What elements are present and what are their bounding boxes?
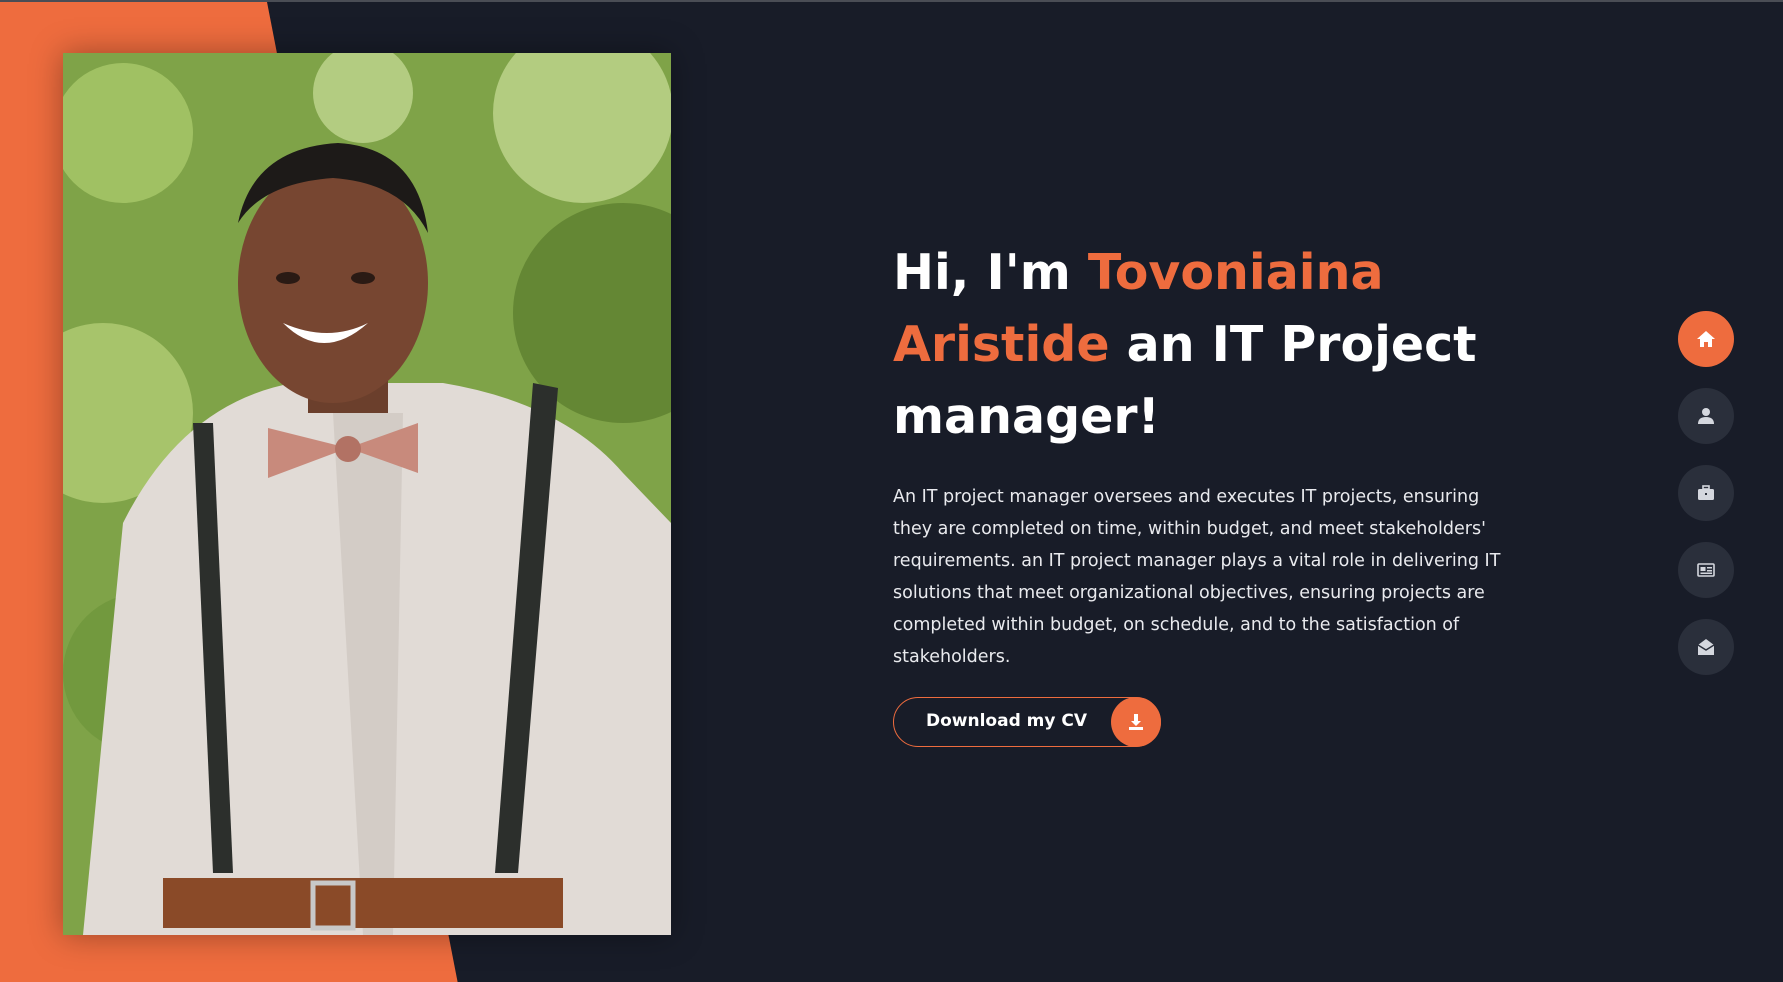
download-cv-button[interactable]: Download my CV [893,697,1161,747]
side-navigation [1678,311,1734,696]
nav-contact-button[interactable] [1678,619,1734,675]
hero-intro: Hi, I'm Tovoniaina Aristide an IT Projec… [893,237,1533,747]
hero-name-last: Aristide [893,316,1110,373]
nav-home-button[interactable] [1678,311,1734,367]
nav-blog-button[interactable] [1678,542,1734,598]
home-icon [1697,331,1715,347]
nav-about-button[interactable] [1678,388,1734,444]
envelope-open-icon [1697,639,1715,655]
profile-photo [63,53,671,935]
profile-photo-illustration [63,53,671,935]
briefcase-icon [1698,485,1714,500]
hero-description: An IT project manager oversees and execu… [893,487,1501,667]
hero-headline: Hi, I'm Tovoniaina Aristide an IT Projec… [893,237,1533,453]
nav-portfolio-button[interactable] [1678,465,1734,521]
download-icon [1111,697,1161,747]
download-cv-label: Download my CV [926,711,1088,731]
page: Hi, I'm Tovoniaina Aristide an IT Projec… [0,0,1783,982]
hero-greeting: Hi, I'm [893,244,1071,301]
newspaper-icon [1697,563,1715,577]
hero-name-first: Tovoniaina [1087,244,1384,301]
user-icon [1698,408,1714,424]
